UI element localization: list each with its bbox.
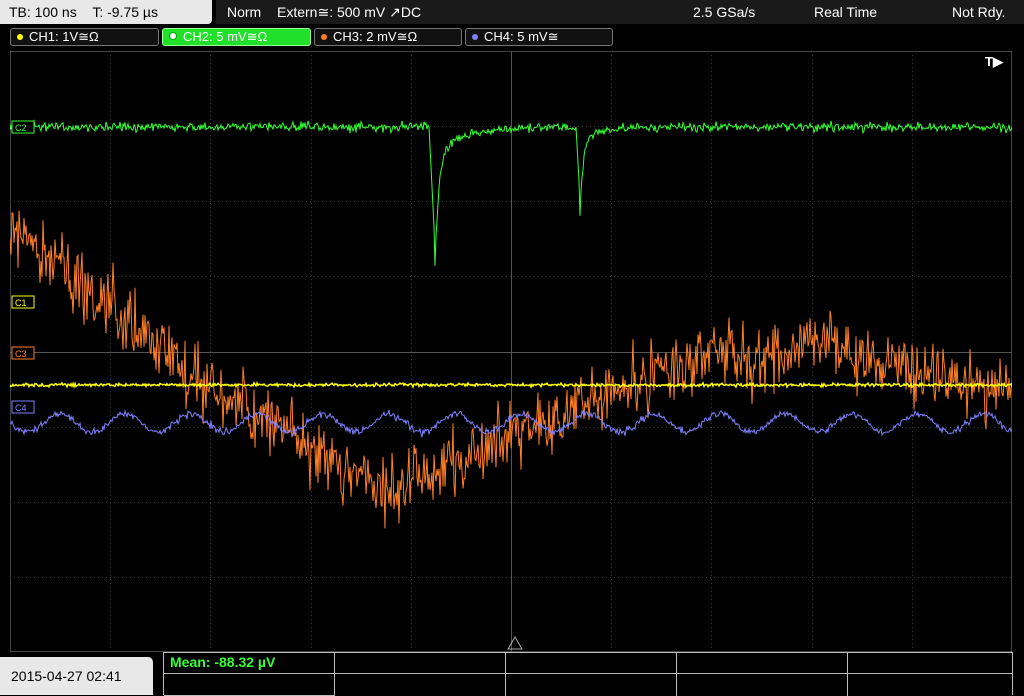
ch4-color-icon — [472, 34, 478, 40]
waveform-canvas[interactable]: C1 C2 C3 C4 T▶ — [9, 50, 1013, 653]
sample-rate: 2.5 GSa/s — [693, 4, 756, 20]
measurement-cell-5[interactable] — [848, 653, 1012, 696]
acquisition-mode: Real Time — [814, 4, 878, 20]
acquisition-bar[interactable]: Norm Extern≅: 500 mV ↗DC 2.5 GSa/s Real … — [216, 0, 1024, 24]
trigger-mode: Norm — [227, 4, 262, 20]
measurement-cell-2[interactable] — [335, 653, 506, 696]
ch1-color-icon — [17, 34, 23, 40]
measurement-table[interactable] — [163, 652, 1013, 696]
ch3-color-icon — [321, 34, 327, 40]
marker-c4-label: C4 — [15, 403, 27, 413]
marker-c2[interactable]: C2 — [11, 120, 35, 134]
trigger-source: Extern≅: 500 mV ↗DC — [277, 4, 422, 20]
timebase-panel[interactable]: TB: 100 ns T: -9.75 µs — [0, 0, 212, 24]
tab-ch4[interactable]: CH4: 5 mV≅ — [465, 28, 613, 46]
timebase-value: TB: 100 ns — [9, 4, 77, 20]
ch2-color-icon — [169, 32, 177, 40]
trigger-position-marker[interactable]: T▶ — [985, 54, 1004, 69]
tab-ch1[interactable]: CH1: 1V≅Ω — [10, 28, 159, 46]
ch3-label: CH3: 2 mV≅Ω — [333, 29, 418, 44]
ch2-label: CH2: 5 mV≅Ω — [183, 29, 268, 44]
marker-c4[interactable]: C4 — [11, 400, 35, 414]
waveform-display[interactable]: C1 C2 C3 C4 T▶ — [9, 50, 1013, 653]
tab-ch2[interactable]: CH2: 5 mV≅Ω — [162, 28, 311, 46]
tab-ch3[interactable]: CH3: 2 mV≅Ω — [314, 28, 462, 46]
mean-measurement: Mean: -88.32 µV — [170, 654, 276, 670]
acquisition-state: Not Rdy. — [952, 4, 1006, 20]
marker-c1[interactable]: C1 — [11, 295, 35, 309]
marker-c1-label: C1 — [15, 298, 27, 308]
datetime-display: 2015-04-27 02:41 — [0, 657, 153, 695]
marker-c3-label: C3 — [15, 349, 27, 359]
ch4-label: CH4: 5 mV≅ — [484, 29, 559, 44]
measurement-divider — [164, 673, 1012, 674]
measurement-cell-3[interactable] — [506, 653, 677, 696]
ch1-label: CH1: 1V≅Ω — [29, 29, 99, 44]
marker-c3[interactable]: C3 — [11, 346, 35, 360]
trigger-time-value: T: -9.75 µs — [92, 4, 158, 20]
measurement-cell-4[interactable] — [677, 653, 848, 696]
marker-c2-label: C2 — [15, 123, 27, 133]
